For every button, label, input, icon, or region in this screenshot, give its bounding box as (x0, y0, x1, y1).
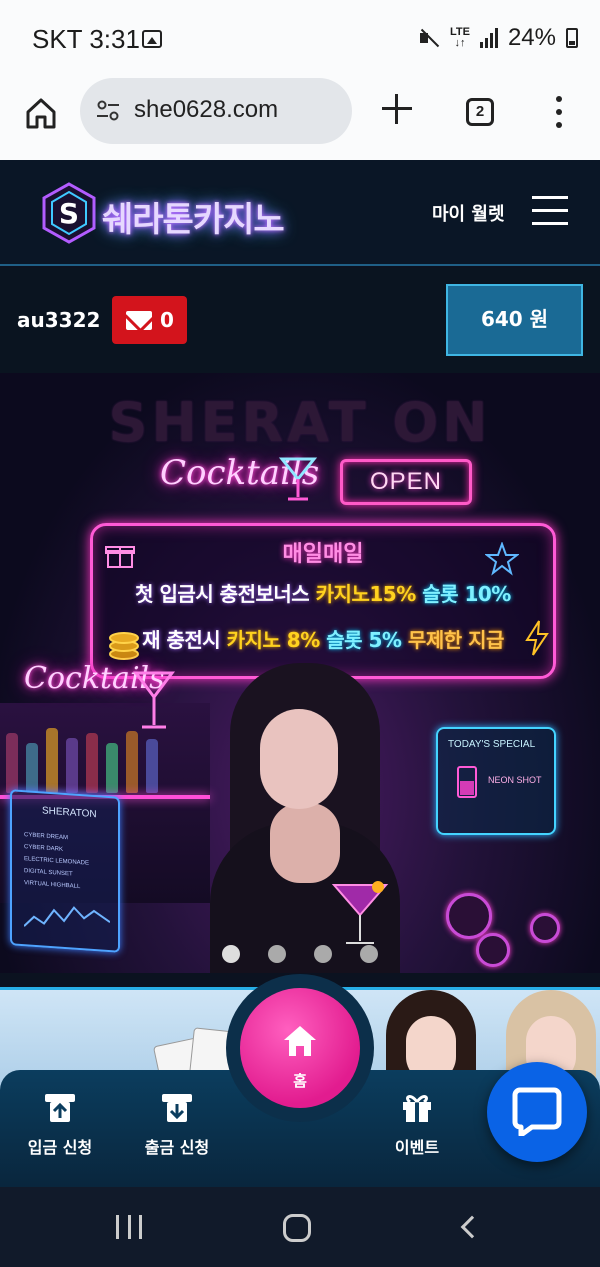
recent-apps-icon[interactable] (116, 1215, 142, 1239)
mute-icon (418, 28, 440, 48)
balance-button[interactable]: 640 원 (446, 284, 583, 356)
status-icons: LTE ↓↑ 24% (418, 24, 578, 52)
message-count: 0 (160, 308, 174, 332)
nav-event[interactable]: 이벤트 (357, 1090, 477, 1158)
neon-open-sign: OPEN (340, 459, 472, 505)
side-martini-icon (133, 671, 175, 729)
battery-percent: 24% (507, 24, 556, 51)
martini-on-bar-icon (331, 881, 389, 944)
tab-switcher-button[interactable]: 2 (466, 98, 494, 126)
lightning-icon (525, 620, 549, 656)
nav-home-label: 홈 (293, 1072, 307, 1090)
cocktail-menu-card: SHERATON CYBER DREAM CYBER DARK ELECTRIC… (10, 789, 120, 953)
nav-event-label: 이벤트 (394, 1138, 440, 1157)
gift-box-icon (403, 1095, 431, 1122)
my-wallet-link[interactable]: 마이 월렛 (432, 200, 505, 226)
site-header: S 쉐라톤카지노 마이 월렛 (0, 160, 600, 266)
martini-glass-icon (278, 457, 318, 501)
promo-line-redeposit: 재 충전시 카지노 8% 슬롯 5% 무제한 지급 (142, 628, 504, 652)
url-text[interactable]: she0628.com (134, 96, 278, 124)
carousel-dot[interactable] (222, 945, 240, 963)
site-logo[interactable]: S 쉐라톤카지노 (36, 180, 298, 246)
carousel-indicators (0, 945, 600, 967)
new-tab-button[interactable] (382, 94, 412, 124)
casino-chip (446, 893, 492, 939)
nav-deposit[interactable]: 입금 신청 (0, 1090, 120, 1158)
lte-icon: LTE ↓↑ (449, 26, 470, 49)
promo-frame: 매일매일 첫 입금시 충전보너스 카지노15% 슬롯 10% 재 충전시 카지노… (90, 523, 556, 679)
casino-chip (530, 913, 560, 943)
browser-toolbar: she0628.com 2 (0, 78, 600, 160)
svg-text:S: S (59, 197, 79, 230)
messages-button[interactable]: 0 (112, 296, 187, 344)
promo-title: 매일매일 (282, 542, 364, 567)
withdraw-icon (162, 1094, 192, 1122)
envelope-icon (126, 311, 152, 330)
system-home-icon[interactable] (283, 1214, 311, 1242)
nav-home-button[interactable]: 홈 (226, 974, 374, 1122)
gift-icon (105, 546, 135, 568)
menu-chart-icon (24, 906, 110, 927)
star-icon (485, 542, 519, 576)
deposit-icon (45, 1094, 75, 1122)
carousel-dot[interactable] (360, 945, 378, 963)
cocktail-glass-icon (457, 766, 477, 798)
battery-icon (566, 28, 578, 48)
promo-banner-carousel[interactable]: SHERAT ON Cocktails OPEN 매일매일 첫 입금시 충전보너… (0, 373, 600, 973)
nav-deposit-label: 입금 신청 (27, 1138, 93, 1157)
home-icon (284, 1026, 316, 1056)
logo-text: 쉐라톤카지노 (102, 200, 285, 240)
carousel-dot[interactable] (268, 945, 286, 963)
more-menu-icon[interactable] (556, 96, 562, 128)
address-bar[interactable]: she0628.com (80, 78, 352, 144)
system-navigation-bar (0, 1187, 600, 1267)
carousel-dot[interactable] (314, 945, 332, 963)
live-chat-button[interactable] (487, 1062, 587, 1162)
signal-icon (479, 28, 498, 48)
promo-line-first-deposit: 첫 입금시 충전보너스 카지노15% 슬롯 10% (135, 582, 511, 606)
nav-withdraw-label: 출금 신청 (144, 1138, 210, 1157)
photo-notification-icon (142, 30, 162, 48)
username: au3322 (17, 308, 101, 332)
todays-special-card: TODAY'S SPECIAL NEON SHOT (436, 727, 556, 835)
back-icon[interactable] (460, 1215, 484, 1239)
site-settings-icon[interactable] (96, 100, 120, 122)
nav-withdraw[interactable]: 출금 신청 (117, 1090, 237, 1158)
casino-chip-logo-icon: S (42, 182, 96, 244)
status-bar: SKT 3:31 LTE ↓↑ 24% (0, 0, 600, 78)
status-time: SKT 3:31 (32, 24, 140, 54)
user-info-bar: au3322 0 640 원 (0, 268, 600, 373)
chat-bubble-icon (512, 1087, 562, 1136)
hamburger-menu-icon[interactable] (532, 196, 568, 228)
banner-watermark: SHERAT ON (108, 391, 492, 454)
coins-icon (109, 632, 139, 660)
browser-home-icon[interactable] (24, 96, 58, 130)
